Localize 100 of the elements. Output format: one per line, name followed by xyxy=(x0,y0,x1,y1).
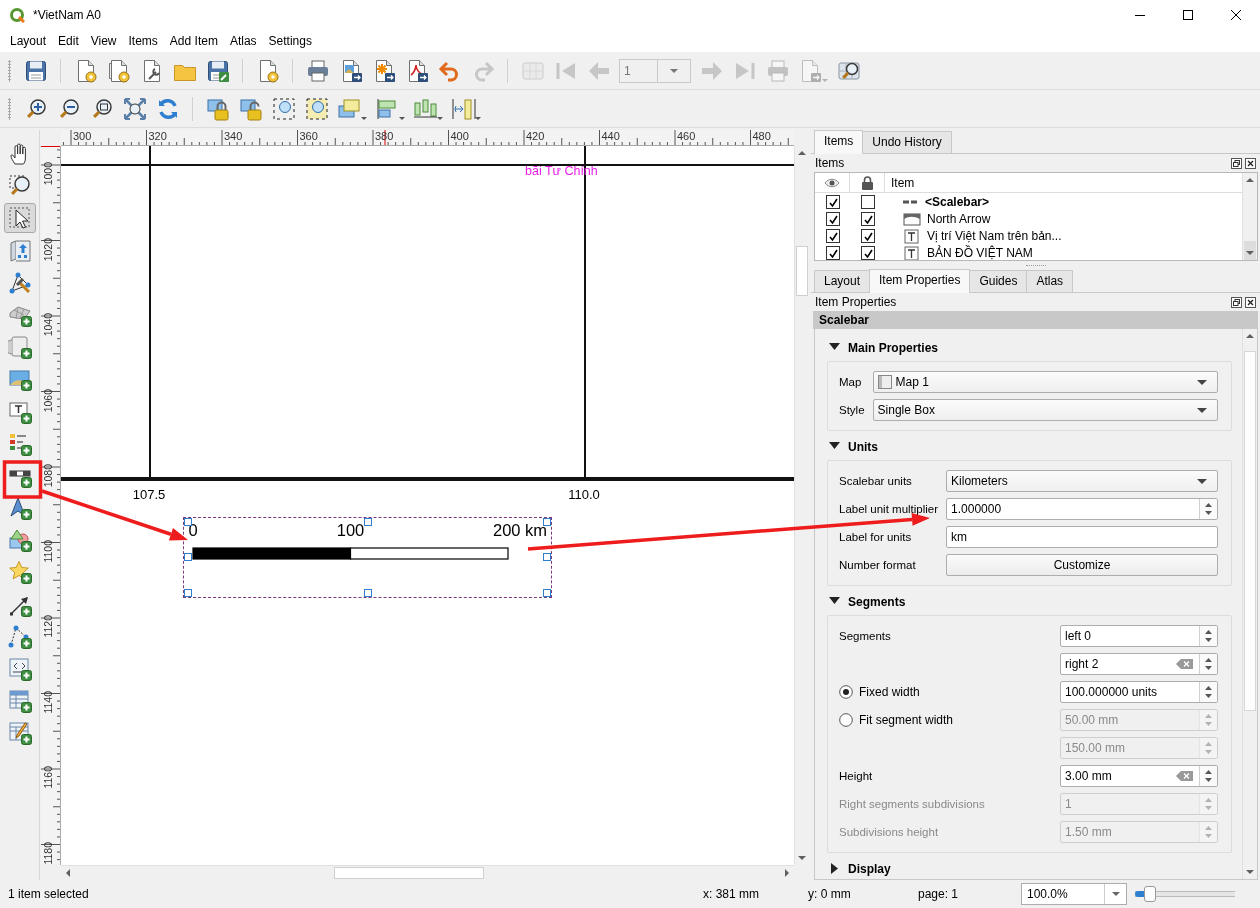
selection-handle[interactable] xyxy=(364,518,372,526)
item-name[interactable]: BẢN ĐỒ VIỆT NAM xyxy=(927,245,1033,260)
clear-icon[interactable] xyxy=(1176,658,1193,670)
tab[interactable]: Atlas xyxy=(1026,270,1074,292)
tab[interactable]: Items xyxy=(814,130,864,154)
section-title[interactable]: Segments xyxy=(848,594,906,609)
tab[interactable]: Guides xyxy=(969,270,1028,292)
tool-button[interactable] xyxy=(3,203,36,234)
node-edit-icon xyxy=(7,270,32,295)
menu-item[interactable]: Atlas xyxy=(223,34,263,48)
field-label: Map xyxy=(839,376,863,388)
expand-arrow-icon[interactable] xyxy=(829,342,840,353)
resize-icon[interactable] xyxy=(451,96,481,121)
deselect-icon[interactable] xyxy=(304,96,329,121)
column-header[interactable]: Item xyxy=(885,175,915,190)
zoom-full-icon[interactable] xyxy=(122,96,147,121)
lock-icon[interactable] xyxy=(205,96,230,121)
item-name[interactable]: <Scalebar> xyxy=(925,194,990,209)
dropdown-arrow-icon xyxy=(669,68,678,73)
float-icon[interactable] xyxy=(1231,157,1242,169)
slider-thumb[interactable] xyxy=(1144,886,1156,902)
ruler-label: 1120 xyxy=(42,615,54,638)
customize-button[interactable]: Customize xyxy=(946,554,1218,576)
menu-item[interactable]: Add Item xyxy=(163,34,224,48)
menu-item[interactable]: Edit xyxy=(52,34,85,48)
expand-arrow-icon[interactable] xyxy=(829,596,840,607)
dropdown-arrow-icon xyxy=(1197,407,1207,413)
combo-box[interactable]: Kilometers xyxy=(946,470,1218,492)
align-icon[interactable] xyxy=(375,96,405,121)
documents-gear-icon[interactable] xyxy=(106,58,131,83)
expand-arrow-icon[interactable] xyxy=(829,863,840,874)
close-icon[interactable] xyxy=(1245,296,1256,308)
section-title[interactable]: Units xyxy=(848,439,878,454)
menu-item[interactable]: View xyxy=(84,34,123,48)
field-label: Number format xyxy=(839,559,917,571)
scroll-down-arrow-icon xyxy=(798,855,806,861)
spin-box[interactable]: right 2 xyxy=(1060,653,1218,675)
combo-box[interactable]: Single Box xyxy=(872,399,1218,421)
selection-handle[interactable] xyxy=(543,589,551,597)
save-as-icon[interactable] xyxy=(205,58,230,83)
visibility-checkbox[interactable] xyxy=(825,194,840,209)
combo-box[interactable]: Map 1 xyxy=(872,371,1218,393)
vertical-scrollbar[interactable] xyxy=(1242,329,1257,879)
visibility-checkbox[interactable] xyxy=(825,245,840,260)
field-label: Label for units xyxy=(839,531,913,543)
close-icon[interactable] xyxy=(1245,157,1256,169)
app-logo-icon xyxy=(9,7,25,23)
selection-handle[interactable] xyxy=(184,553,192,561)
field-label: Subdivisions height xyxy=(839,826,940,838)
scrollbar-thumb[interactable] xyxy=(796,246,808,296)
zoom-combo[interactable]: 100.0% xyxy=(1021,883,1127,905)
scrollbar-thumb[interactable] xyxy=(1244,351,1256,711)
printer-icon[interactable] xyxy=(305,58,330,83)
selection-handle[interactable] xyxy=(543,518,551,526)
map-scroll-icon xyxy=(7,335,32,360)
tab[interactable]: Layout xyxy=(814,270,871,292)
lock-checkbox[interactable] xyxy=(860,228,875,243)
unlock-icon[interactable] xyxy=(238,96,263,121)
ruler-label: 440 xyxy=(601,130,620,142)
selection-handle[interactable] xyxy=(184,518,192,526)
ruler-label: 460 xyxy=(677,130,696,142)
text-field[interactable]: km xyxy=(946,526,1218,548)
section-title[interactable]: Display xyxy=(848,861,891,876)
item-name[interactable]: North Arrow xyxy=(927,211,991,226)
item-name[interactable]: Vị trí Việt Nam trên bản... xyxy=(927,228,1062,243)
spin-box[interactable]: 3.00 mm xyxy=(1060,765,1218,787)
spin-box[interactable]: 1.000000 xyxy=(946,498,1218,520)
distribute-icon[interactable] xyxy=(413,96,443,121)
radio-option[interactable]: Fixed width xyxy=(839,685,1052,699)
tab[interactable]: Item Properties xyxy=(869,269,971,293)
lock-checkbox[interactable] xyxy=(860,211,875,226)
scroll-up-arrow-icon xyxy=(1246,177,1254,183)
section-title[interactable]: Main Properties xyxy=(848,340,939,355)
spin-box[interactable]: 100.000000 units xyxy=(1060,681,1218,703)
selection-handle[interactable] xyxy=(364,589,372,597)
field-label: Label unit multiplier xyxy=(839,503,939,515)
scrollbar-thumb[interactable] xyxy=(334,867,484,879)
tab[interactable]: Undo History xyxy=(862,131,952,153)
selection-handle[interactable] xyxy=(184,589,192,597)
lock-checkbox[interactable] xyxy=(860,245,875,260)
spin-box[interactable]: left 0 xyxy=(1060,625,1218,647)
maximize-icon[interactable] xyxy=(1183,10,1193,20)
expand-arrow-icon[interactable] xyxy=(829,441,840,452)
vertical-scrollbar[interactable] xyxy=(1242,173,1257,260)
select-all-icon[interactable] xyxy=(271,96,296,121)
lock-checkbox[interactable] xyxy=(860,194,875,209)
raise-icon[interactable] xyxy=(337,96,367,121)
menu-item[interactable]: Items xyxy=(122,34,164,48)
save-icon[interactable] xyxy=(23,58,48,83)
menu-item[interactable]: Layout xyxy=(4,34,53,48)
selection-handle[interactable] xyxy=(543,553,551,561)
field-label: Scalebar units xyxy=(839,475,913,487)
menu-item[interactable]: Settings xyxy=(262,34,318,48)
visibility-checkbox[interactable] xyxy=(825,211,840,226)
ruler-label: 480 xyxy=(752,130,771,142)
close-icon[interactable] xyxy=(1231,10,1241,20)
clear-icon[interactable] xyxy=(1176,770,1193,782)
float-icon[interactable] xyxy=(1231,296,1242,308)
scale-label: 200 km xyxy=(493,521,548,540)
visibility-checkbox[interactable] xyxy=(825,228,840,243)
